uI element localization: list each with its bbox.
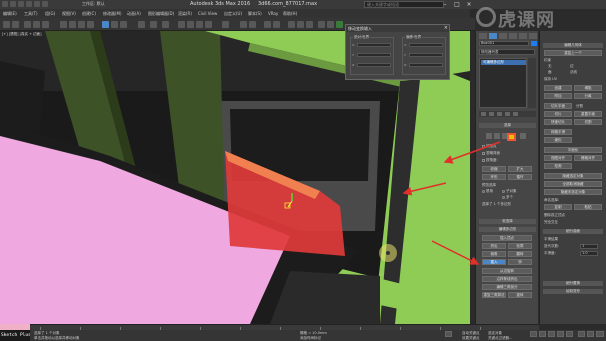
prompt-line: 单击并拖动以选择并移动对象 <box>34 336 80 340</box>
go-to-start-icon[interactable] <box>530 331 537 337</box>
next-frame-icon[interactable] <box>557 331 564 337</box>
add-time-tag[interactable]: 添加时间标记 <box>300 336 321 341</box>
annotation-arrows <box>402 141 501 265</box>
arrow-to-inset-button <box>431 240 480 265</box>
status-bar: Sketch Plus 选择了 1 个对象 单击并拖动以选择并移动对象 栅格 =… <box>0 324 606 341</box>
key-filters-button[interactable]: 关键点过滤器... <box>488 336 512 341</box>
arrow-to-polygon-level <box>443 141 501 164</box>
previous-frame-icon[interactable] <box>539 331 546 337</box>
set-key-button[interactable]: 设置关键点 <box>462 336 480 341</box>
zoom-extents-icon[interactable] <box>578 331 585 337</box>
lock-selection-icon[interactable] <box>445 331 452 337</box>
arrow-to-green-wall <box>402 182 447 196</box>
play-icon[interactable] <box>548 331 555 337</box>
maxscript-mini-listener[interactable]: Sketch Plus <box>0 330 30 341</box>
pan-view-icon[interactable] <box>587 331 594 337</box>
go-to-end-icon[interactable] <box>566 331 573 337</box>
orbit-icon[interactable] <box>596 331 604 337</box>
